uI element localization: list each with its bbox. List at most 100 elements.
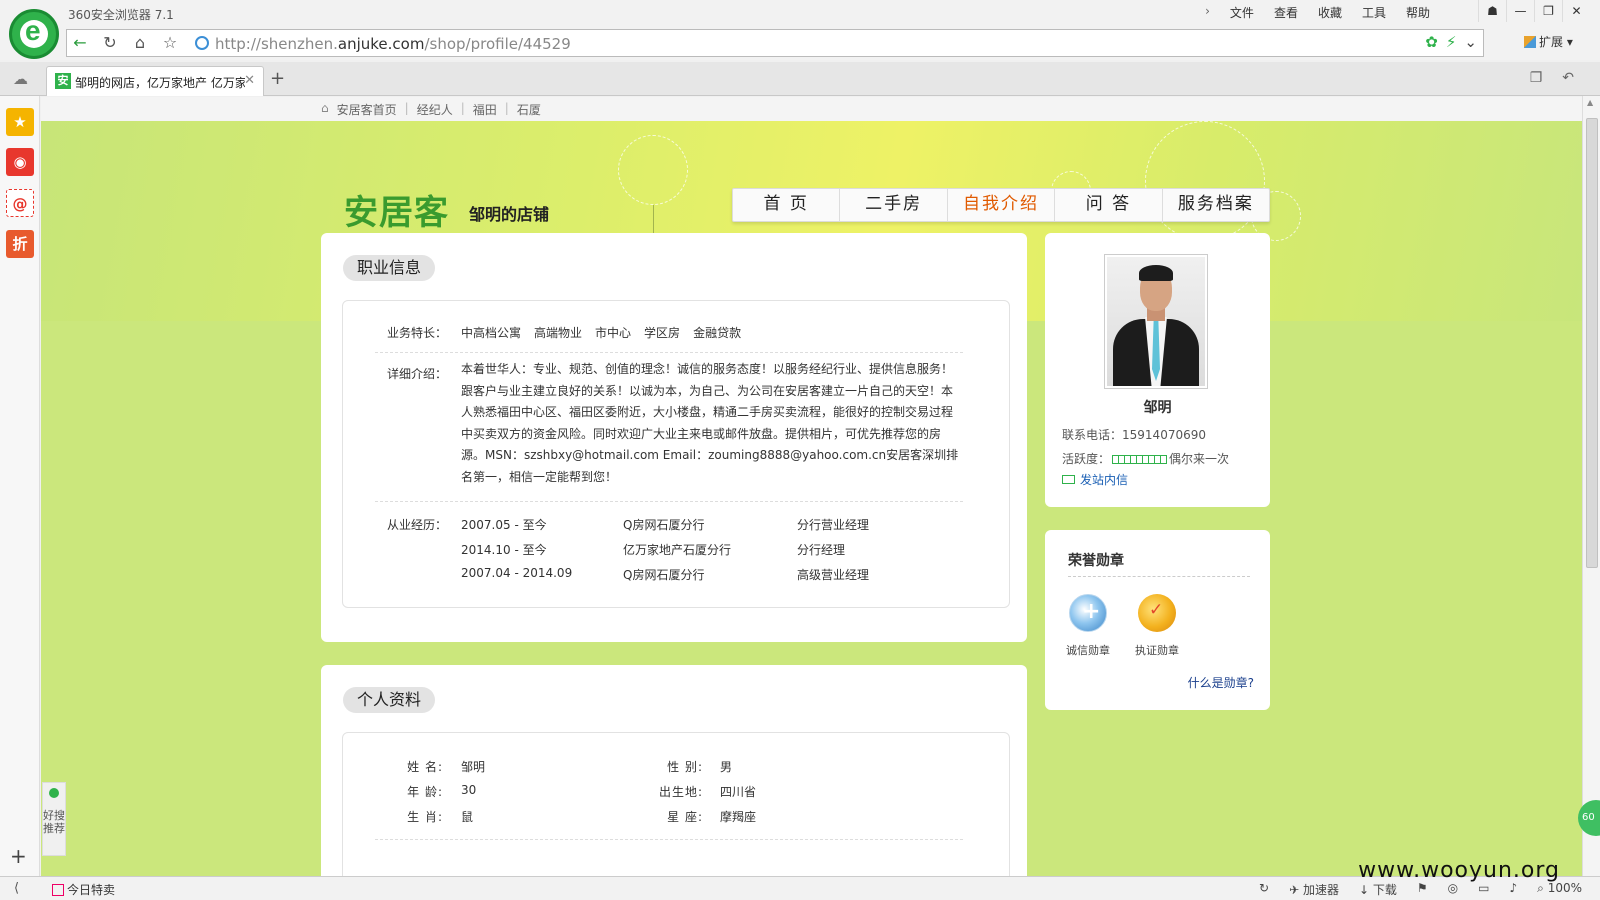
experience-company: 亿万家地产石厦分行 <box>623 543 732 557</box>
haosou-recommend[interactable]: 好搜推荐 <box>42 782 66 856</box>
scroll-up-icon[interactable]: ▲ <box>1587 98 1593 107</box>
url-actions: ✿ ⚡ ⌄ <box>1425 33 1477 51</box>
birthplace-value: 四川省 <box>720 785 757 799</box>
new-tab-button[interactable]: + <box>270 68 285 89</box>
specialty-tags: 中高档公寓 高端物业 市中心 学区房 金融贷款 <box>461 324 741 341</box>
nav-service-record[interactable]: 服务档案 <box>1163 189 1269 221</box>
today-sale-link[interactable]: 今日特卖 <box>52 881 115 898</box>
web-page: ⌂ 安居客首页 | 经纪人 | 福田 | 石厦 安居客 邹明的店铺 首 页 二手… <box>41 97 1582 876</box>
experience-position: 高级营业经理 <box>797 568 870 582</box>
breadcrumb-separator: | <box>504 101 509 115</box>
experience-row: 2014.10 - 至今 亿万家地产石厦分行 分行经理 <box>461 541 845 558</box>
shield-icon <box>1069 594 1107 632</box>
cloud-icon[interactable]: ☁ <box>13 70 28 88</box>
divider <box>375 352 963 353</box>
career-info-card: 职业信息 业务特长： 中高档公寓 高端物业 市中心 学区房 金融贷款 详细介绍：… <box>321 233 1027 642</box>
accelerator-button[interactable]: ✈ 加速器 <box>1289 881 1339 898</box>
dandelion-decoration <box>1145 121 1265 241</box>
home-icon[interactable]: ⌂ <box>127 32 153 54</box>
window-icon[interactable]: ▭ <box>1478 881 1489 898</box>
extensions-button[interactable]: 扩展 ▾ <box>1524 33 1573 50</box>
nav-second-hand[interactable]: 二手房 <box>840 189 948 221</box>
flag-icon[interactable]: ⚑ <box>1417 881 1428 898</box>
section-title-career: 职业信息 <box>343 255 436 281</box>
chevron-right-icon[interactable]: › <box>1205 4 1210 21</box>
haosou-dot-icon <box>49 788 59 798</box>
gift-icon <box>52 884 64 896</box>
vertical-scrollbar[interactable]: ▲ <box>1582 96 1600 876</box>
url-input[interactable]: http://shenzhen.anjuke.com/shop/profile/… <box>215 35 571 53</box>
minimize-button[interactable]: — <box>1506 0 1534 22</box>
close-window-button[interactable]: ✕ <box>1562 0 1590 22</box>
section-title-personal: 个人资料 <box>343 687 436 713</box>
breadcrumb-home[interactable]: 安居客首页 <box>337 101 397 118</box>
nav-qa[interactable]: 问 答 <box>1055 189 1163 221</box>
breadcrumb-separator: | <box>404 101 409 115</box>
skin-icon[interactable]: ☗ <box>1478 0 1506 22</box>
weibo-icon[interactable]: ◉ <box>6 148 34 176</box>
nav-self-intro[interactable]: 自我介绍 <box>948 189 1056 221</box>
browser-menu: › 文件 查看 收藏 工具 帮助 <box>1205 4 1430 21</box>
maximize-button[interactable]: ❐ <box>1534 0 1562 22</box>
refresh-icon[interactable]: ↻ <box>97 32 123 54</box>
detail-text: 本着世华人：专业、规范、创值的理念！诚信的服务态度！以服务经纪行业、提供信息服务… <box>461 362 959 484</box>
volume-icon[interactable]: ♪ <box>1509 881 1517 898</box>
birthplace-label: 出生地: <box>658 785 703 799</box>
back-icon[interactable]: ← <box>67 32 93 54</box>
badge-integrity[interactable]: 诚信勋章 <box>1063 594 1113 658</box>
constellation-value: 摩羯座 <box>720 810 757 824</box>
activity-line: 活跃度： 偶尔来一次 <box>1062 452 1230 466</box>
send-message-link[interactable]: 发站内信 <box>1062 471 1128 488</box>
menu-favorites[interactable]: 收藏 <box>1318 4 1342 21</box>
add-sidebar-icon[interactable]: + <box>10 844 27 868</box>
tab-active[interactable]: 安 邹明的网店，亿万家地产 亿万家 ✕ <box>46 66 264 96</box>
breadcrumb-district[interactable]: 福田 <box>473 101 497 118</box>
experience-company: Q房网石厦分行 <box>623 518 705 532</box>
badge-certified[interactable]: 执证勋章 <box>1132 594 1182 658</box>
menu-file[interactable]: 文件 <box>1230 4 1254 21</box>
what-is-badge-link[interactable]: 什么是勋章? <box>1188 674 1254 691</box>
browser-logo-icon[interactable] <box>9 9 59 59</box>
anjuke-logo[interactable]: 安居客 <box>344 185 449 234</box>
medal-icon <box>1138 594 1176 632</box>
gender-value: 男 <box>720 760 733 774</box>
favorites-star-icon[interactable]: ★ <box>6 108 34 136</box>
recycle-icon[interactable]: ✿ <box>1425 33 1438 51</box>
menu-tools[interactable]: 工具 <box>1362 4 1386 21</box>
download-button[interactable]: ↓ 下载 <box>1359 881 1397 898</box>
breadcrumb-area[interactable]: 石厦 <box>517 101 541 118</box>
status-refresh-icon[interactable]: ↻ <box>1259 881 1269 898</box>
breadcrumb-bar: ⌂ 安居客首页 | 经纪人 | 福田 | 石厦 <box>41 97 1582 121</box>
address-bar: ← ↻ ⌂ ☆ http://shenzhen.anjuke.com/shop/… <box>0 26 1600 60</box>
zoom-level[interactable]: ⌕ 100% <box>1537 881 1582 898</box>
chevron-down-icon[interactable]: ⌄ <box>1464 33 1477 51</box>
collapse-sidebar-icon[interactable]: ⟨ <box>14 881 19 896</box>
scrollbar-thumb[interactable] <box>1586 118 1598 568</box>
lightning-icon[interactable]: ⚡ <box>1446 33 1457 51</box>
star-icon[interactable]: ☆ <box>157 32 183 54</box>
tab-bar: ☁ 安 邹明的网店，亿万家地产 亿万家 ✕ + ❐ ↶ <box>0 62 1600 96</box>
home-icon: ⌂ <box>321 101 329 115</box>
breadcrumb-agents[interactable]: 经纪人 <box>417 101 453 118</box>
discount-icon[interactable]: 折 <box>6 230 34 258</box>
experience-company: Q房网石厦分行 <box>623 568 705 582</box>
mail-at-icon[interactable]: @ <box>6 189 34 217</box>
screenshot-icon[interactable]: ◎ <box>1448 881 1458 898</box>
phone-line: 联系电话：15914070690 <box>1062 428 1206 442</box>
url-box[interactable]: ← ↻ ⌂ ☆ http://shenzhen.anjuke.com/shop/… <box>66 29 1484 57</box>
menu-help[interactable]: 帮助 <box>1406 4 1430 21</box>
agent-name: 邹明 <box>1143 400 1172 416</box>
app-title: 360安全浏览器 7.1 <box>68 8 174 22</box>
zodiac-value: 鼠 <box>461 810 474 824</box>
undo-close-icon[interactable]: ↶ <box>1562 70 1574 86</box>
divider <box>1068 576 1250 577</box>
specialty-tag: 学区房 <box>644 326 681 340</box>
agent-photo[interactable] <box>1104 254 1208 389</box>
restore-tabs-icon[interactable]: ❐ <box>1530 70 1543 86</box>
tab-title: 邹明的网店，亿万家地产 亿万家 <box>75 76 245 90</box>
personal-info-box: 姓 名: 邹明 性 别: 男 年 龄: 30 出生地: 四川省 生 肖: 鼠 星… <box>342 732 1010 876</box>
nav-home[interactable]: 首 页 <box>733 189 841 221</box>
tab-close-icon[interactable]: ✕ <box>244 73 255 88</box>
agent-profile-card: 邹明 联系电话：15914070690 活跃度： 偶尔来一次 发站内信 <box>1045 233 1270 507</box>
menu-view[interactable]: 查看 <box>1274 4 1298 21</box>
